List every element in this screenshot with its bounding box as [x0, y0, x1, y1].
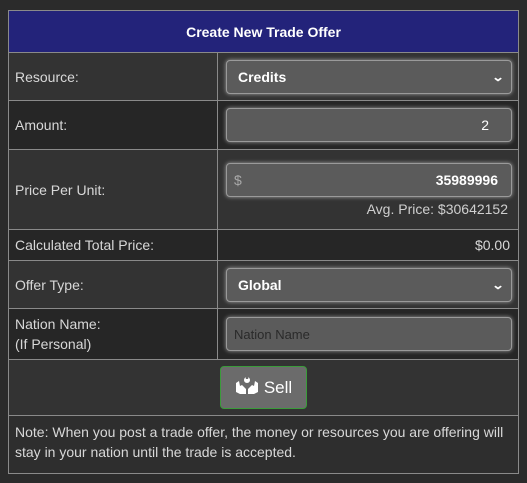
price-input[interactable]: $ 35989996	[226, 162, 512, 197]
chevron-down-icon: ⌄	[491, 69, 505, 84]
resource-label: Resource:	[9, 53, 218, 100]
sell-button[interactable]: Sell	[219, 366, 308, 409]
total-label: Calculated Total Price:	[9, 230, 218, 260]
sell-row: Sell	[9, 360, 518, 416]
resource-row: Resource: Credits ⌄	[9, 53, 518, 101]
sell-label: Sell	[263, 377, 293, 397]
offer-type-select[interactable]: Global ⌄	[226, 267, 512, 302]
nation-row: Nation Name: (If Personal) Nation Name	[9, 309, 518, 360]
nation-label: Nation Name: (If Personal)	[9, 309, 218, 359]
amount-input[interactable]: 2	[226, 108, 512, 142]
nation-label-line1: Nation Name:	[15, 316, 101, 332]
form-header: Create New Trade Offer	[9, 11, 518, 53]
amount-row: Amount: 2	[9, 101, 518, 150]
trade-offer-form: Create New Trade Offer Resource: Credits…	[8, 10, 519, 474]
nation-label-line2: (If Personal)	[15, 336, 92, 352]
hands-icon	[235, 375, 259, 400]
amount-label: Amount:	[9, 101, 218, 149]
currency-symbol: $	[234, 171, 242, 188]
avg-price: Avg. Price: $30642152	[366, 200, 508, 217]
resource-select[interactable]: Credits ⌄	[226, 59, 512, 94]
resource-selected: Credits	[238, 68, 287, 85]
nation-name-input[interactable]: Nation Name	[226, 317, 512, 351]
price-value: 35989996	[435, 171, 498, 188]
total-row: Calculated Total Price: $0.00	[9, 230, 518, 261]
price-label: Price Per Unit:	[9, 150, 218, 229]
note-text: Note: When you post a trade offer, the m…	[9, 416, 518, 468]
form-title: Create New Trade Offer	[186, 23, 341, 40]
total-value: $0.00	[474, 237, 510, 253]
amount-value: 2	[481, 117, 489, 133]
offer-type-selected: Global	[238, 276, 282, 293]
nation-name-placeholder: Nation Name	[234, 326, 310, 342]
offer-type-label: Offer Type:	[9, 261, 218, 308]
offer-type-row: Offer Type: Global ⌄	[9, 261, 518, 309]
price-row: Price Per Unit: $ 35989996 Avg. Price: $…	[9, 150, 518, 230]
chevron-down-icon: ⌄	[491, 277, 505, 292]
